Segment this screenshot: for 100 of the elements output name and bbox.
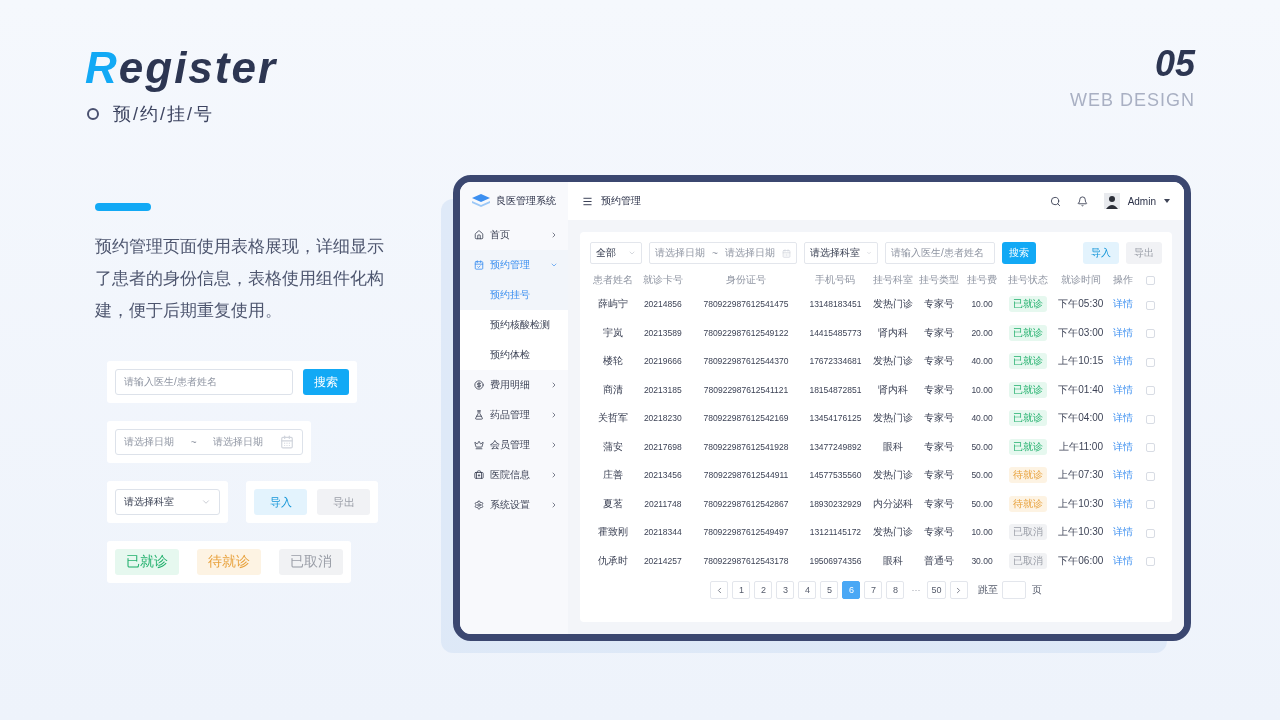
table-cell-text: 专家号 [923, 297, 956, 312]
status-tag: 已取消 [1008, 552, 1047, 569]
import-button[interactable]: 导入 [254, 489, 307, 515]
checkbox[interactable] [1146, 276, 1155, 286]
table-cell-text: 780922987612541121 [702, 383, 790, 397]
menu-icon[interactable] [582, 195, 593, 207]
table-cell-text: 50.00 [970, 469, 994, 483]
nav-subitem[interactable]: 预约挂号 [460, 280, 568, 310]
table-cell-text: 下午05:30 [1057, 297, 1105, 312]
department-select[interactable]: 请选择科室 [115, 489, 220, 515]
page-button[interactable]: 8 [886, 581, 905, 599]
nav-item[interactable]: 费用明细 [460, 370, 568, 400]
status-tag: 待就诊 [1008, 495, 1047, 512]
checkbox[interactable] [1146, 300, 1155, 310]
status-tag: 已取消 [1008, 524, 1047, 541]
table-cell-text: 专家号 [923, 354, 956, 369]
column-header: 挂号状态 [1007, 274, 1048, 285]
table-cell-text: 上午10:30 [1057, 496, 1105, 511]
table-cell-text: 780922987612542169 [702, 412, 790, 426]
page-button[interactable]: 5 [820, 581, 839, 599]
nav-item[interactable]: 会员管理 [460, 430, 568, 460]
date-range-field[interactable]: 请选择日期 ~ 请选择日期 [649, 242, 797, 264]
checkbox[interactable] [1146, 443, 1155, 453]
ellipsis: ··· [910, 585, 922, 595]
type-select[interactable]: 全部 [590, 242, 642, 264]
page-button[interactable]: 50 [927, 581, 946, 599]
column-header: 操作 [1113, 274, 1134, 285]
checkbox[interactable] [1146, 357, 1155, 367]
table-cell-text: 楼轮 [601, 354, 624, 369]
details-link[interactable]: 详情 [1113, 469, 1134, 481]
slide-subtitle: 预/约/挂/号 [113, 103, 214, 126]
table-cell-text: 下午03:00 [1057, 325, 1105, 340]
next-page-button[interactable] [949, 581, 968, 599]
crown-icon [474, 440, 484, 450]
details-link[interactable]: 详情 [1113, 298, 1134, 310]
bell-icon[interactable] [1076, 195, 1088, 207]
search-icon[interactable] [1049, 195, 1061, 207]
slide-caption: WEB DESIGN [1070, 90, 1195, 111]
nav-item[interactable]: 系统设置 [460, 490, 568, 520]
nav-subitem[interactable]: 预约核酸检测 [460, 310, 568, 340]
search-field[interactable]: 请输入医生/患者姓名 [885, 242, 995, 264]
status-tag: 已就诊 [1008, 438, 1047, 455]
page-button[interactable]: 1 [732, 581, 751, 599]
status-tag: 已就诊 [1008, 324, 1047, 341]
table-cell-text: 下午04:00 [1057, 411, 1105, 426]
table-cell-text: 17672334681 [808, 355, 863, 369]
search-button[interactable]: 搜索 [1002, 242, 1036, 264]
nav-item[interactable]: 医院信息 [460, 460, 568, 490]
table-cell-text: 霍致刚 [596, 525, 629, 540]
table-cell-text: 上午10:15 [1057, 354, 1105, 369]
page-button[interactable]: 3 [776, 581, 795, 599]
checkbox[interactable] [1146, 414, 1155, 424]
page-button[interactable]: 2 [754, 581, 773, 599]
table-cell-text: 眼科 [881, 553, 904, 568]
jump-field[interactable] [1001, 581, 1026, 599]
nav-item[interactable]: 预约管理 [460, 250, 568, 280]
search-button[interactable]: 搜索 [303, 369, 349, 395]
accent-bar [95, 203, 151, 211]
search-field[interactable]: 请输入医生/患者姓名 [115, 369, 293, 395]
home-icon [474, 230, 484, 240]
nav-subitem[interactable]: 预约体检 [460, 340, 568, 370]
department-select[interactable]: 请选择科室 [804, 242, 878, 264]
checkbox[interactable] [1146, 386, 1155, 396]
table-cell-text: 50.00 [970, 497, 994, 511]
table-cell-text: 18930232929 [808, 497, 863, 511]
checkbox[interactable] [1146, 329, 1155, 339]
slide-number: 05 [1154, 44, 1195, 84]
details-link[interactable]: 详情 [1113, 497, 1134, 509]
checkbox[interactable] [1146, 557, 1155, 567]
details-link[interactable]: 详情 [1113, 440, 1134, 452]
previous-page-button[interactable] [710, 581, 729, 599]
medical-case-icon [474, 470, 484, 480]
checkbox[interactable] [1146, 471, 1155, 481]
chevron-left-icon [715, 585, 724, 595]
checkbox[interactable] [1146, 528, 1155, 538]
details-link[interactable]: 详情 [1113, 383, 1134, 395]
table-cell-text: 780922987612549122 [702, 326, 790, 340]
table-cell-text: 宇岚 [601, 325, 624, 340]
status-tag: 已取消 [279, 549, 343, 575]
nav-item[interactable]: 药品管理 [460, 400, 568, 430]
page-title: 预约管理 [601, 194, 642, 208]
calendar-icon [280, 435, 294, 449]
avatar-icon[interactable] [1103, 193, 1120, 209]
page-button[interactable]: 4 [798, 581, 817, 599]
details-link[interactable]: 详情 [1113, 355, 1134, 367]
date-range-field[interactable]: 请选择日期 ~ 请选择日期 [115, 429, 303, 455]
page-button[interactable]: 6 [842, 581, 861, 599]
table-cell-text: 发热门诊 [871, 525, 914, 540]
page-button[interactable]: 7 [864, 581, 883, 599]
user-name[interactable]: Admin [1127, 195, 1156, 207]
details-link[interactable]: 详情 [1113, 526, 1134, 538]
details-link[interactable]: 详情 [1113, 554, 1134, 566]
details-link[interactable]: 详情 [1113, 326, 1134, 338]
checkbox[interactable] [1146, 500, 1155, 510]
import-button[interactable]: 导入 [1083, 242, 1119, 264]
column-header: 就诊时间 [1060, 274, 1101, 285]
details-link[interactable]: 详情 [1113, 412, 1134, 424]
column-header: 身份证号 [726, 274, 766, 285]
nav-item[interactable]: 首页 [460, 220, 568, 250]
table-cell-text: 20213456 [642, 469, 683, 483]
